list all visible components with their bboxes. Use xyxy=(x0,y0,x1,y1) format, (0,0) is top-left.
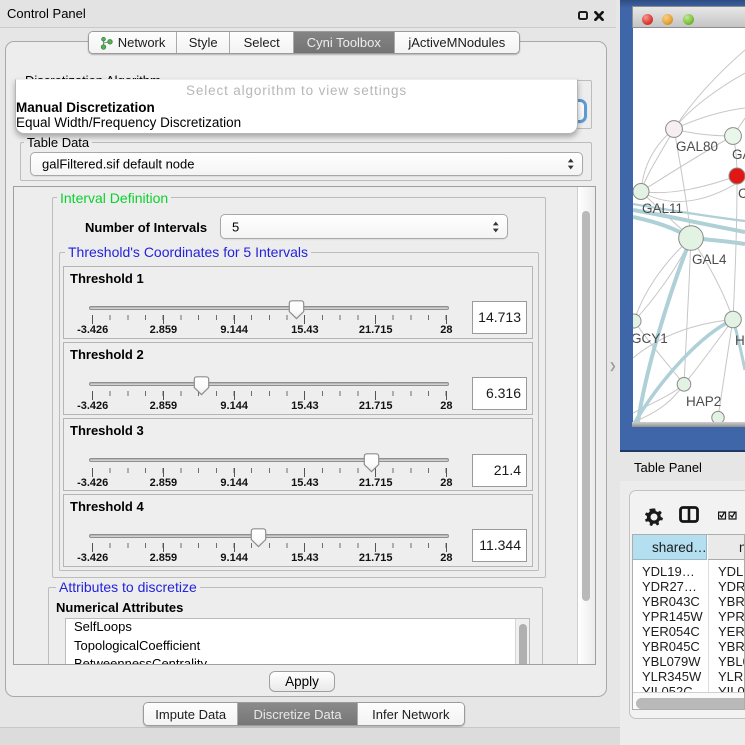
svg-text:GAL80: GAL80 xyxy=(676,139,718,154)
svg-text:C: C xyxy=(738,186,745,201)
svg-text:HAP2: HAP2 xyxy=(686,394,721,409)
svg-text:GCY1: GCY1 xyxy=(633,331,668,346)
svg-text:H: H xyxy=(735,333,745,348)
svg-text:GAL4: GAL4 xyxy=(692,252,727,267)
svg-text:GA: GA xyxy=(732,147,745,162)
svg-text:GAL11: GAL11 xyxy=(642,201,683,216)
